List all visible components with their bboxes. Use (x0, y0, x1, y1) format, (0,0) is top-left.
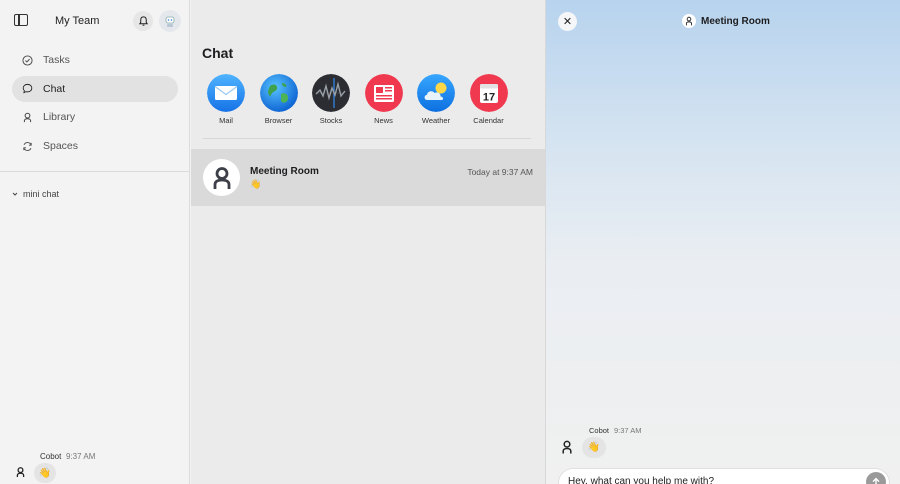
sidebar-toggle-icon[interactable] (14, 14, 28, 26)
message-bubble: 👋 (34, 463, 56, 483)
sidebar-item-spaces[interactable]: Spaces (12, 133, 178, 159)
chat-bubble-icon (22, 83, 33, 94)
calendar-icon: 17 (469, 74, 508, 112)
send-button[interactable] (866, 472, 886, 484)
app-stocks[interactable]: Stocks (312, 74, 350, 125)
chevron-down-icon (12, 192, 18, 196)
notifications-button[interactable] (133, 11, 153, 31)
message-input[interactable] (568, 476, 858, 484)
page-title: Chat (202, 45, 234, 61)
app-label: Weather (421, 116, 451, 125)
app-label: Mail (219, 116, 233, 125)
app-calendar[interactable]: 17 Calendar (469, 74, 508, 125)
app-label: Browser (264, 116, 293, 125)
conversation-row[interactable]: Meeting Room 👋 Today at 9:37 AM (191, 149, 545, 206)
app-browser[interactable]: Browser (259, 74, 298, 125)
app-weather[interactable]: Weather (417, 74, 455, 125)
news-icon (364, 74, 403, 112)
sidebar-header: My Team (0, 0, 189, 42)
person-avatar-icon (558, 438, 576, 456)
sidebar-item-chat[interactable]: Chat (12, 75, 178, 102)
mini-chat-toggle[interactable]: mini chat (12, 189, 59, 199)
chat-message: Cobot 9:37 AM 👋 (558, 424, 758, 460)
divider (203, 138, 531, 139)
sidebar-item-label: Library (43, 111, 76, 124)
conversation-time: Today at 9:37 AM (467, 167, 533, 177)
person-avatar-icon (213, 166, 230, 189)
message-time: 9:37 AM (66, 452, 96, 461)
refresh-icon (22, 141, 33, 152)
globe-icon (259, 74, 298, 112)
conversation-name: Meeting Room (250, 166, 319, 177)
sidebar-divider (0, 171, 189, 172)
person-avatar-icon (685, 16, 693, 26)
app-label: News (374, 116, 393, 125)
robot-avatar-icon (165, 16, 175, 27)
sidebar-item-label: Spaces (43, 140, 79, 153)
message-bubble: 👋 (582, 437, 606, 458)
sidebar-item-tasks[interactable]: Tasks (12, 47, 178, 73)
calendar-day: 17 (482, 92, 494, 104)
app-mail[interactable]: Mail (207, 74, 245, 125)
room-avatar (682, 14, 696, 28)
team-avatar[interactable] (159, 10, 181, 32)
mini-chat-message: Cobot 9:37 AM 👋 (12, 450, 182, 484)
sidebar-item-label: Chat (43, 82, 66, 95)
team-name[interactable]: My Team (55, 15, 99, 27)
conversation-avatar (203, 159, 240, 196)
room-title: Meeting Room (701, 15, 770, 27)
message-sender: Cobot (589, 426, 610, 435)
app-shortcuts: Mail Browser Stocks News Weather 17 Cale… (207, 74, 522, 125)
room-header: Meeting Room (682, 14, 770, 28)
app-label: Calendar (473, 116, 504, 125)
person-avatar-icon (12, 464, 28, 480)
person-icon (22, 112, 33, 123)
close-icon: ✕ (562, 16, 573, 28)
arrow-up-icon (872, 477, 880, 484)
app-news[interactable]: News (364, 74, 403, 125)
close-button[interactable]: ✕ (558, 12, 577, 31)
bell-icon (138, 15, 148, 26)
mini-chat-label: mini chat (23, 189, 60, 199)
weather-icon (417, 74, 455, 112)
message-composer[interactable] (558, 468, 890, 484)
sidebar-item-label: Tasks (43, 54, 70, 66)
app-label: Stocks (319, 116, 343, 125)
message-sender: Cobot (40, 452, 62, 461)
sidebar: My Team Tasks Chat Library Spaces mini c… (0, 0, 190, 484)
sidebar-nav: Tasks Chat Library Spaces (12, 47, 178, 162)
mail-icon (207, 74, 245, 112)
sidebar-item-library[interactable]: Library (12, 104, 178, 130)
message-time: 9:37 AM (614, 426, 642, 435)
check-circle-icon (22, 54, 33, 66)
stocks-icon (312, 74, 350, 112)
chat-list-panel: Chat Mail Browser Stocks News Weather 17… (191, 0, 545, 484)
conversation-preview: 👋 (250, 179, 262, 189)
chat-detail-panel: ✕ Meeting Room Cobot 9:37 AM 👋 (545, 0, 900, 484)
